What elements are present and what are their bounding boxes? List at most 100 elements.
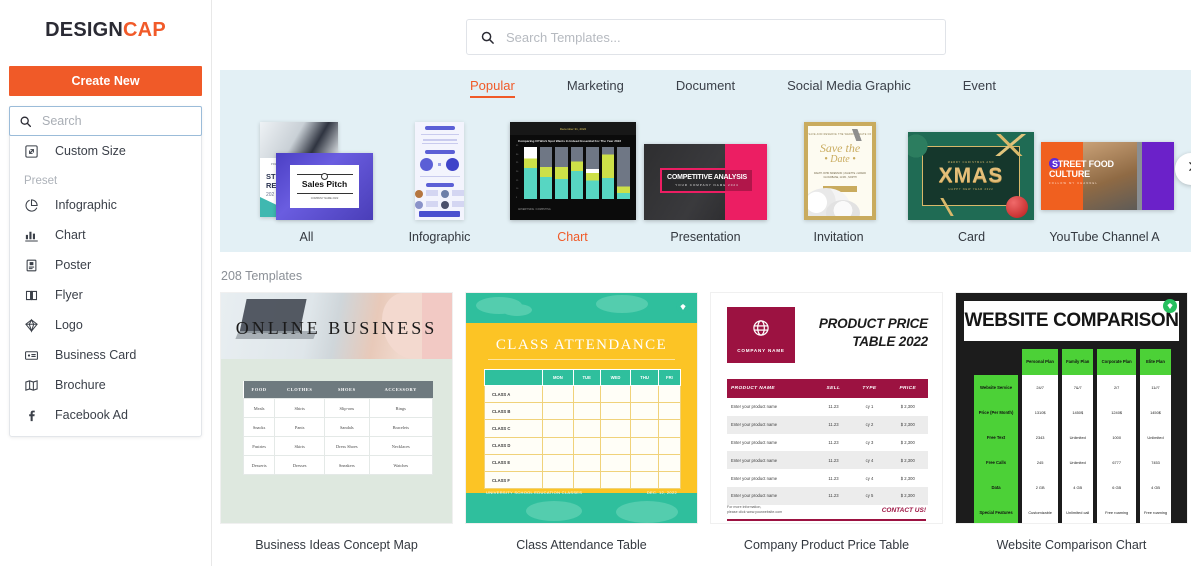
chevron-right-icon [1185,160,1191,178]
company-name: COMPANY NAME [737,347,785,353]
pie-chart-icon [24,198,46,213]
tab-document[interactable]: Document [676,78,735,97]
table-row: Free Text 2343 Unlimited 1000 Unlimited [974,425,1171,451]
app-logo[interactable]: DESIGNCAP [0,0,211,42]
diamond-badge-icon [1166,297,1174,315]
flyer-icon [24,288,46,303]
table-row: Enter your product name 11.23 cy 5 $ 2,300 [727,486,928,505]
table-row: CLASS B [484,402,682,421]
table-row: Enter your product name 11.23 cy 4 $ 2,300 [727,451,928,470]
tab-social-media-graphic[interactable]: Social Media Graphic [787,78,911,97]
tab-popular[interactable]: Popular [470,78,515,98]
header-search-area [212,0,1200,55]
category-carousel: Popular Marketing Document Social Media … [220,70,1191,252]
template-card-company-product-price-table[interactable]: COMPANY NAME PRODUCT PRICE TABLE 2022 PR… [710,292,943,552]
template-card-business-ideas-concept-map[interactable]: ONLINE BUSINESS FOOD CLOTHES SHOES ACCES… [220,292,453,552]
sidebar-item-brochure[interactable]: Brochure [10,370,201,400]
table-row: Pastries Skirts Dress Shoes Necklaces [242,436,433,456]
table-row: Special Features Customizable Unlimited ca… [974,500,1171,523]
sidebar-item-label: Chart [55,228,86,242]
category-item-all[interactable]: PRESENTED FOR STUDENT SERVICES STUDENT A… [240,122,373,244]
category-item-infographic[interactable]: Infographic [373,122,506,244]
sidebar-item-label: Poster [55,258,92,272]
facebook-icon [24,408,46,423]
sidebar-item-label: Flyer [55,288,83,302]
template-caption: Business Ideas Concept Map [255,538,418,552]
category-item-chart[interactable]: December 31, 2022 Comparing Of Work Spot… [506,122,639,244]
sidebar-item-custom-size[interactable]: Custom Size [10,136,201,166]
table-row: Data 2 GB 4 GB 6 GB 4 GB [974,475,1171,501]
table-row: Price (Per Month) 1310$ 1450$ 1240$ 1450$ [974,400,1171,426]
category-item-invitation[interactable]: SAVE AND RESERVE THE WEDDING DATE OF Sav… [772,122,905,244]
card4-title-band: WEBSITE COMPARISON [964,301,1179,341]
card3-title: PRODUCT PRICE TABLE 2022 [818,316,928,350]
category-label: Invitation [813,230,864,244]
table-row: CLASS E [484,453,682,472]
thumb-presentation-title: COMPETITIVE ANALYSIS [667,174,747,181]
table-row: Enter your product name 11.23 cy 1 $ 2,300 [731,404,915,410]
category-item-presentation[interactable]: COMPETITIVE ANALYSIS YOUR COMPANY NAME 2… [639,122,772,244]
card2-table: MON TUE WED THU FRI CLASS A CLASS B CLAS… [484,369,682,490]
category-thumb-row: PRESENTED FOR STUDENT SERVICES STUDENT A… [220,104,1191,244]
category-thumb-chart: December 31, 2022 Comparing Of Work Spot… [506,122,639,220]
category-item-youtube-channel-art[interactable]: STREET FOOD CULTURE FOLLOW MY CHANNEL Yo… [1038,122,1174,244]
table-row: CLASS F [484,470,682,490]
sidebar-item-chart[interactable]: Chart [10,220,201,250]
tab-event[interactable]: Event [963,78,996,97]
thumb-card-title: XMAS [938,164,1004,188]
thumb-chart-footer: ADVERTISING / COMPUTING [518,208,551,211]
logo-text-design: DESIGN [45,19,124,41]
thumb-all-front-title: Sales Pitch [301,178,348,189]
template-thumbnail: ONLINE BUSINESS FOOD CLOTHES SHOES ACCES… [220,292,453,524]
sidebar-item-label: Logo [55,318,83,332]
search-icon [19,115,32,128]
preset-section-label: Preset [24,175,58,187]
category-label: Card [957,230,986,244]
table-row: Desserts Dresses Sneakers Watches [242,455,433,475]
card4-table: Personal Plan Family Plan Corporate Plan… [970,349,1175,523]
designcap-template-browser: DESIGNCAP Create New Search Custom Size … [0,0,1200,566]
category-thumb-presentation: COMPETITIVE ANALYSIS YOUR COMPANY NAME 2… [639,122,772,220]
table-row: CLASS C [484,419,682,438]
brochure-icon [24,378,46,393]
sidebar-item-label: Facebook Ad [55,408,128,422]
category-label: All [299,230,314,244]
sidebar-item-label: Custom Size [55,144,126,158]
category-label: Presentation [670,230,741,244]
template-thumbnail: CLASS ATTENDANCE MON TUE WED THU FRI CLA… [465,292,698,524]
tab-marketing[interactable]: Marketing [567,78,624,97]
category-item-card[interactable]: MERRY CHRISTMAS AND XMAS HAPPY NEW YEAR … [905,122,1038,244]
template-thumbnail: COMPANY NAME PRODUCT PRICE TABLE 2022 PR… [710,292,943,524]
bar-chart-icon [24,228,46,243]
sidebar-item-logo[interactable]: Logo [10,310,201,340]
category-thumb-infographic [373,122,506,220]
sidebar-item-poster[interactable]: Poster [10,250,201,280]
table-row: CLASS D [484,436,682,455]
card1-table: FOOD CLOTHES SHOES ACCESSORY Meals Shirts… [242,381,433,475]
category-thumb-youtube: STREET FOOD CULTURE FOLLOW MY CHANNEL [1038,122,1174,220]
diamond-badge-icon [679,298,687,316]
sidebar-search-input[interactable] [42,114,192,128]
sidebar-search[interactable] [9,106,202,136]
template-caption: Website Comparison Chart [996,538,1147,552]
sidebar-item-business-card[interactable]: Business Card [10,340,201,370]
category-label: Chart [557,230,588,244]
company-logo-box: COMPANY NAME [727,307,795,363]
sidebar-item-infographic[interactable]: Infographic [10,190,201,220]
card3-contact: CONTACT US! [881,507,926,514]
globe-icon [751,318,771,343]
premium-badge [1163,299,1177,313]
logo-text-cap: CAP [123,19,166,41]
template-card-class-attendance-table[interactable]: CLASS ATTENDANCE MON TUE WED THU FRI CLA… [465,292,698,552]
template-search-input[interactable] [506,29,932,45]
template-card-website-comparison-chart[interactable]: WEBSITE COMPARISON Personal Plan Family … [955,292,1188,552]
template-search-box[interactable] [466,19,946,55]
category-thumb-invitation: SAVE AND RESERVE THE WEDDING DATE OF Sav… [772,122,905,220]
category-label: YouTube Channel A [1049,230,1160,244]
card3-table: PRODUCT NAME SELL TYPE PRICE Enter your … [727,379,928,505]
create-new-button[interactable]: Create New [9,66,202,96]
sidebar-item-facebook-ad[interactable]: Facebook Ad [10,400,201,430]
card2-title: CLASS ATTENDANCE [495,337,668,353]
card4-title: WEBSITE COMPARISON [964,310,1179,331]
sidebar-item-flyer[interactable]: Flyer [10,280,201,310]
